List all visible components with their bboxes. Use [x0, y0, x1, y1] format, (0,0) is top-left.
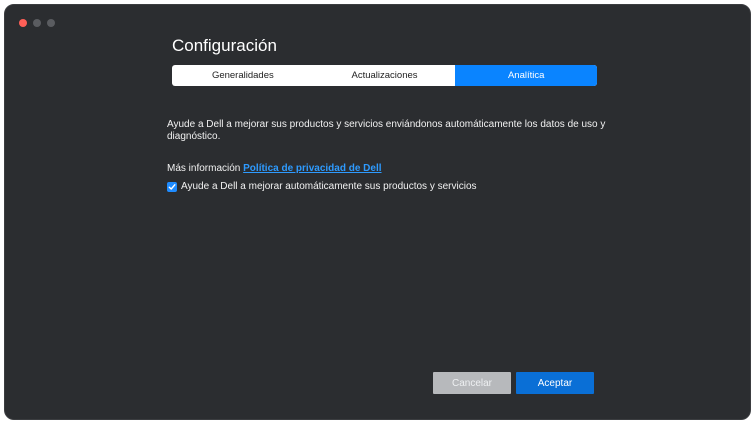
zoom-window-button[interactable]: [47, 19, 55, 27]
tab-bar: Generalidades Actualizaciones Analítica: [172, 65, 597, 86]
settings-window: Configuración Generalidades Actualizacio…: [4, 4, 751, 420]
tab-analytics[interactable]: Analítica: [455, 65, 597, 86]
page-title: Configuración: [172, 36, 277, 55]
analytics-consent-checkbox[interactable]: [167, 181, 177, 192]
more-info-row: Más información Política de privacidad d…: [167, 163, 382, 174]
privacy-policy-link[interactable]: Política de privacidad de Dell: [243, 163, 381, 174]
minimize-window-button[interactable]: [33, 19, 41, 27]
analytics-consent-label: Ayude a Dell a mejorar automáticamente s…: [181, 181, 477, 192]
window-controls: [19, 19, 55, 27]
accept-button[interactable]: Aceptar: [516, 372, 594, 394]
tab-updates[interactable]: Actualizaciones: [314, 65, 456, 86]
close-window-button[interactable]: [19, 19, 27, 27]
tab-general[interactable]: Generalidades: [172, 65, 314, 86]
more-info-label: Más información: [167, 163, 241, 174]
checkmark-icon: [168, 183, 176, 190]
cancel-button[interactable]: Cancelar: [433, 372, 511, 394]
analytics-consent-row[interactable]: Ayude a Dell a mejorar automáticamente s…: [167, 181, 477, 192]
analytics-description: Ayude a Dell a mejorar sus productos y s…: [167, 119, 606, 142]
